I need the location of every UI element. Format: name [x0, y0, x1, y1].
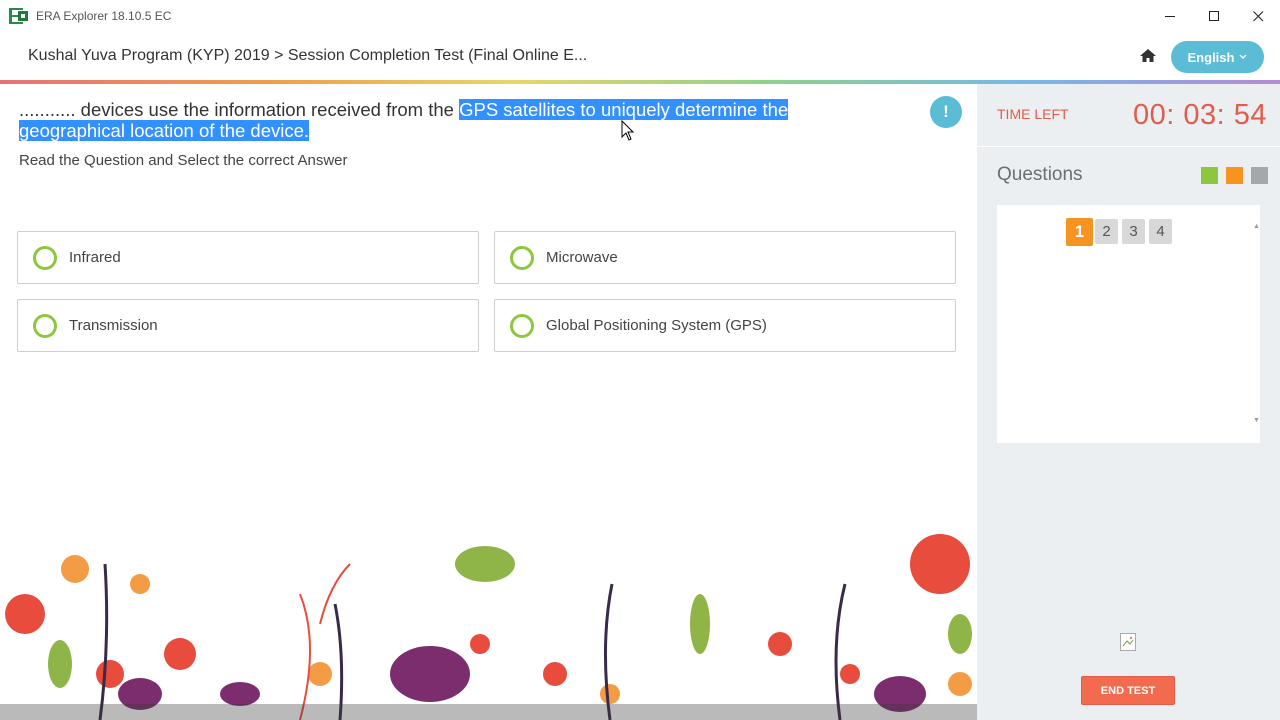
breadcrumb[interactable]: Kushal Yuva Program (KYP) 2019 > Session… [28, 47, 587, 65]
radio-circle-icon[interactable] [510, 245, 534, 270]
test-sidebar: TIME LEFT 00: 03: 54 Questions 1 2 3 4 ▲… [977, 84, 1280, 720]
question-text-selected-2: geographical location of the device. [19, 120, 310, 141]
title-bar: ERA Explorer 18.10.5 EC [0, 0, 1280, 32]
legend-current-swatch [1226, 167, 1243, 184]
question-number-4[interactable]: 4 [1149, 219, 1172, 244]
question-area: ........... devices use the information … [0, 84, 977, 720]
era-logo-icon [9, 8, 28, 24]
radio-circle-icon[interactable] [33, 313, 57, 338]
legend-answered-swatch [1201, 167, 1218, 184]
question-text: ........... devices use the information … [19, 99, 879, 141]
questions-heading: Questions [997, 164, 1083, 185]
option-transmission[interactable]: Transmission [17, 299, 479, 352]
option-microwave[interactable]: Microwave [494, 231, 956, 284]
question-number-2[interactable]: 2 [1095, 219, 1118, 244]
time-left-value: 00: 03: 54 [1133, 99, 1267, 131]
scroll-down-arrow-icon[interactable]: ▼ [1253, 417, 1260, 424]
question-number-1[interactable]: 1 [1066, 218, 1093, 246]
window-title: ERA Explorer 18.10.5 EC [36, 9, 172, 23]
info-button[interactable]: ! [930, 96, 962, 128]
broken-image-icon [1120, 633, 1136, 651]
home-icon[interactable] [1138, 46, 1158, 66]
chevron-down-icon [1239, 54, 1247, 59]
legend-unanswered-swatch [1251, 167, 1268, 184]
maximize-icon [1208, 10, 1219, 21]
option-gps[interactable]: Global Positioning System (GPS) [494, 299, 956, 352]
language-select[interactable]: English [1171, 41, 1264, 73]
instruction-text: Read the Question and Select the correct… [19, 152, 348, 169]
option-label: Microwave [546, 249, 618, 266]
radio-circle-icon[interactable] [510, 313, 534, 338]
question-number-3[interactable]: 3 [1122, 219, 1145, 244]
minimize-icon [1164, 15, 1175, 17]
close-icon [1252, 10, 1263, 21]
option-label: Global Positioning System (GPS) [546, 317, 767, 334]
end-test-button[interactable]: END TEST [1081, 676, 1175, 705]
sidebar-divider [977, 146, 1280, 147]
option-label: Infrared [69, 249, 121, 266]
floral-decoration-image [0, 524, 977, 720]
app-header: Kushal Yuva Program (KYP) 2019 > Session… [0, 32, 1280, 80]
question-text-plain: ........... devices use the information … [19, 99, 454, 120]
maximize-button[interactable] [1192, 0, 1236, 32]
question-navigator: 1 2 3 4 ▲ ▼ [997, 205, 1260, 443]
option-infrared[interactable]: Infrared [17, 231, 479, 284]
scroll-up-arrow-icon[interactable]: ▲ [1253, 223, 1260, 230]
minimize-button[interactable] [1148, 0, 1192, 32]
option-label: Transmission [69, 317, 158, 334]
mouse-cursor-icon [621, 120, 635, 141]
close-button[interactable] [1236, 0, 1280, 32]
language-label: English [1187, 49, 1235, 65]
question-text-selected-1: GPS satellites to uniquely determine the [459, 99, 789, 120]
radio-circle-icon[interactable] [33, 245, 57, 270]
time-left-label: TIME LEFT [997, 106, 1069, 122]
